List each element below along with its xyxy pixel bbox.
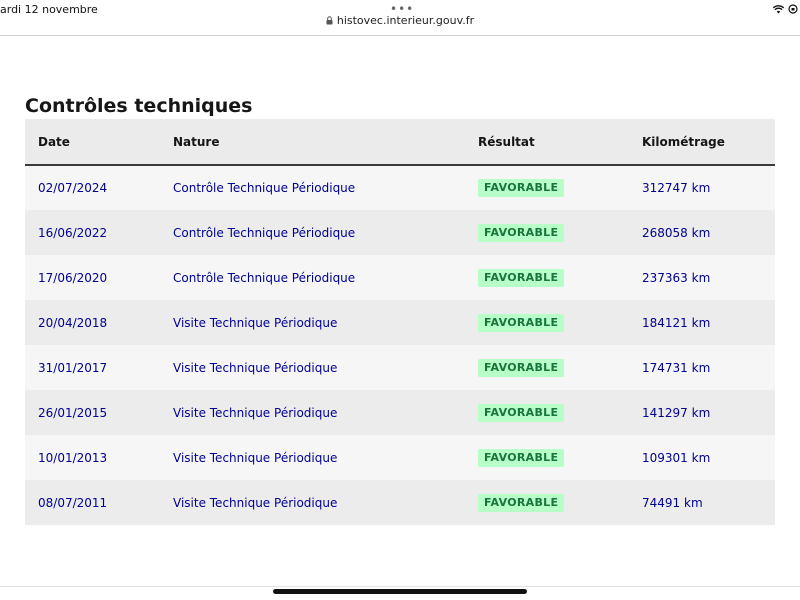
cell-mileage: 74491 km bbox=[642, 495, 703, 510]
cell-nature: Visite Technique Périodique bbox=[173, 495, 338, 510]
cell-mileage: 141297 km bbox=[642, 405, 711, 420]
cell-date: 02/07/2024 bbox=[38, 181, 108, 195]
table-row: 17/06/2020 Contrôle Technique Périodique… bbox=[25, 255, 775, 300]
cell-date: 26/01/2015 bbox=[38, 405, 108, 420]
status-badge: FAVORABLE bbox=[478, 358, 565, 377]
cell-nature: Visite Technique Périodique bbox=[173, 405, 338, 420]
status-badge: FAVORABLE bbox=[478, 313, 565, 332]
status-badge: FAVORABLE bbox=[478, 493, 565, 512]
cell-mileage: 174731 km bbox=[642, 360, 711, 375]
header-date: Date bbox=[38, 134, 70, 149]
table-row: 26/01/2015 Visite Technique Périodique F… bbox=[25, 390, 775, 435]
table-row: 02/07/2024 Contrôle Technique Périodique… bbox=[25, 165, 775, 210]
cell-result: FAVORABLE bbox=[465, 345, 629, 390]
orientation-lock-icon bbox=[787, 4, 798, 14]
cell-result: FAVORABLE bbox=[465, 165, 629, 210]
cell-nature: Visite Technique Périodique bbox=[173, 360, 338, 375]
table-header-row: Date Nature Résultat Kilométrage bbox=[25, 119, 775, 165]
cell-mileage: 237363 km bbox=[642, 270, 711, 285]
cell-nature: Contrôle Technique Périodique bbox=[173, 225, 356, 240]
table-row: 20/04/2018 Visite Technique Périodique F… bbox=[25, 300, 775, 345]
status-badge: FAVORABLE bbox=[478, 179, 565, 197]
cell-date: 16/06/2022 bbox=[38, 225, 108, 240]
cell-result: FAVORABLE bbox=[465, 255, 629, 300]
cell-date: 08/07/2011 bbox=[38, 495, 108, 510]
status-badge: FAVORABLE bbox=[478, 223, 565, 242]
section-title: Contrôles techniques bbox=[25, 95, 253, 117]
header-mileage: Kilométrage bbox=[642, 134, 725, 149]
chrome-divider bbox=[0, 35, 800, 36]
cell-nature: Visite Technique Périodique bbox=[173, 450, 338, 465]
lock-icon bbox=[326, 16, 333, 25]
inspections-table: Date Nature Résultat Kilométrage 02/07/2… bbox=[25, 119, 775, 525]
address-bar[interactable]: histovec.interieur.gouv.fr bbox=[0, 14, 800, 34]
cell-result: FAVORABLE bbox=[465, 300, 629, 345]
cell-date: 31/01/2017 bbox=[38, 360, 108, 375]
cell-nature: Contrôle Technique Périodique bbox=[173, 181, 356, 195]
cell-mileage: 312747 km bbox=[642, 181, 711, 195]
bottom-divider bbox=[0, 586, 800, 587]
cell-date: 20/04/2018 bbox=[38, 315, 108, 330]
cell-result: FAVORABLE bbox=[465, 480, 629, 525]
table-row: 16/06/2022 Contrôle Technique Périodique… bbox=[25, 210, 775, 255]
status-badge: FAVORABLE bbox=[478, 448, 565, 467]
status-badge: FAVORABLE bbox=[478, 268, 565, 287]
cell-mileage: 184121 km bbox=[642, 315, 711, 330]
table-row: 10/01/2013 Visite Technique Périodique F… bbox=[25, 435, 775, 480]
technical-inspections-section: Contrôles techniques Date Nature Résulta… bbox=[25, 93, 775, 525]
cell-result: FAVORABLE bbox=[465, 435, 629, 480]
cell-nature: Visite Technique Périodique bbox=[173, 315, 338, 330]
cell-date: 10/01/2013 bbox=[38, 450, 108, 465]
table-row: 08/07/2011 Visite Technique Périodique F… bbox=[25, 480, 775, 525]
cell-result: FAVORABLE bbox=[465, 390, 629, 435]
status-badge: FAVORABLE bbox=[478, 403, 565, 422]
cell-date: 17/06/2020 bbox=[38, 270, 108, 285]
header-nature: Nature bbox=[173, 134, 220, 149]
header-result: Résultat bbox=[478, 134, 535, 149]
table-row: 31/01/2017 Visite Technique Périodique F… bbox=[25, 345, 775, 390]
wifi-icon bbox=[772, 5, 785, 14]
cell-nature: Contrôle Technique Périodique bbox=[173, 270, 356, 285]
url-text[interactable]: histovec.interieur.gouv.fr bbox=[337, 14, 474, 27]
cell-result: FAVORABLE bbox=[465, 210, 629, 255]
home-indicator[interactable] bbox=[273, 589, 527, 594]
cell-mileage: 109301 km bbox=[642, 450, 711, 465]
cell-mileage: 268058 km bbox=[642, 225, 711, 240]
